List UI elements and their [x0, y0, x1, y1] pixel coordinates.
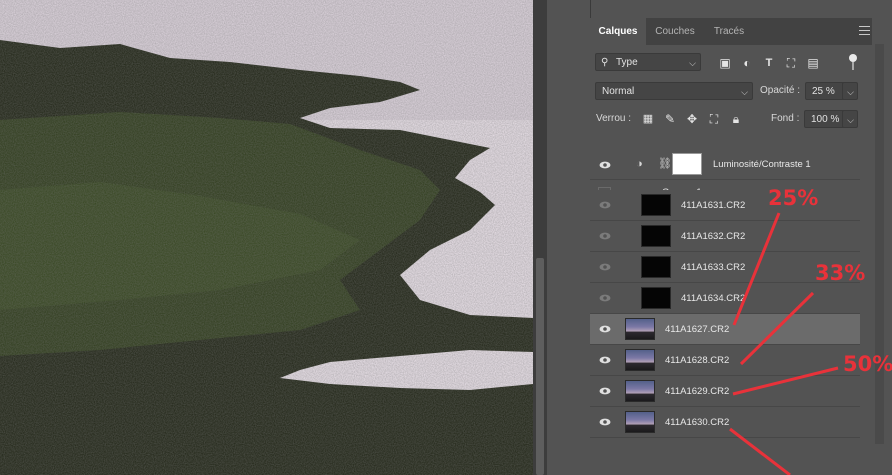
layer-row[interactable]: ◑ ⛓ Luminosité/Contraste 1 [590, 150, 860, 180]
filter-toggle-icon[interactable] [846, 53, 860, 70]
eye-icon[interactable] [599, 292, 611, 304]
lock-all-icon[interactable]: 🔒︎ [729, 112, 743, 126]
opacity-value: 25 % [812, 86, 835, 97]
scrollbar-thumb[interactable] [536, 258, 544, 475]
layer-thumbnail[interactable] [641, 194, 671, 216]
eye-icon[interactable] [599, 385, 611, 397]
panel-tabs: Calques Couches Tracés [590, 18, 872, 45]
layer-thumbnail[interactable] [641, 287, 671, 309]
layer-row[interactable]: 411A1629.CR2 [590, 376, 860, 407]
text-filter-icon[interactable]: T [762, 56, 776, 70]
panel-scrollbar[interactable] [872, 0, 892, 475]
adjustment-icon: ◑ [636, 158, 643, 170]
panel-dock-strip [547, 0, 591, 475]
document-canvas[interactable] [0, 0, 533, 475]
annotation-label-33: 33% [815, 261, 866, 285]
shape-filter-icon[interactable]: ⛶ [784, 56, 798, 70]
layer-thumbnail[interactable] [625, 380, 655, 402]
layer-name: 411A1629.CR2 [665, 386, 730, 397]
eye-icon[interactable] [599, 159, 611, 171]
smart-object-filter-icon[interactable]: ▤ [806, 56, 820, 70]
layer-thumbnail[interactable] [625, 349, 655, 371]
layer-row[interactable]: 411A1627.CR2 [590, 314, 860, 345]
link-icon[interactable]: ⛓ [658, 157, 672, 170]
tab-traces[interactable]: Tracés [704, 18, 754, 45]
filter-row: ⚲ Type ⌵ ▣ ◐ T ⛶ ▤ [590, 53, 872, 73]
layer-row[interactable]: 411A1632.CR2 [590, 221, 860, 252]
lock-transparency-icon[interactable]: ▦ [641, 112, 655, 126]
panel-menu-icon[interactable] [859, 26, 870, 37]
chevron-down-icon: ⌵ [741, 87, 748, 97]
canvas-image [0, 0, 533, 475]
eye-icon[interactable] [599, 354, 611, 366]
layer-name: 411A1630.CR2 [665, 417, 730, 428]
layer-row[interactable]: 411A1634.CR2 [590, 283, 860, 314]
layer-name: 411A1634.CR2 [681, 293, 746, 304]
layer-thumbnail[interactable] [641, 225, 671, 247]
chevron-down-icon: ⌵ [847, 115, 854, 125]
eye-icon[interactable] [599, 323, 611, 335]
layer-name: 411A1627.CR2 [665, 324, 730, 335]
eye-icon[interactable] [599, 199, 611, 211]
fill-label: Fond : [771, 113, 800, 124]
tab-couches[interactable]: Couches [647, 18, 703, 45]
lock-position-icon[interactable]: ✥ [685, 112, 699, 126]
opacity-label: Opacité : [760, 85, 801, 96]
blend-row: Normal ⌵ Opacité : 25 % ⌵ [590, 82, 872, 102]
image-filter-icon[interactable]: ▣ [718, 56, 732, 70]
layer-row[interactable]: 411A1631.CR2 [590, 190, 860, 221]
layer-thumbnail[interactable] [625, 318, 655, 340]
layer-name: 411A1632.CR2 [681, 231, 746, 242]
layer-thumbnail[interactable] [625, 411, 655, 433]
layer-name: 411A1628.CR2 [665, 355, 730, 366]
layer-row[interactable]: 411A1630.CR2 [590, 407, 860, 438]
fill-slider-toggle[interactable]: ⌵ [842, 110, 858, 128]
layer-mask-thumbnail[interactable] [672, 153, 702, 175]
eye-icon[interactable] [599, 416, 611, 428]
chevron-down-icon: ⌵ [847, 87, 854, 97]
lock-paint-icon[interactable]: ✎ [663, 112, 677, 126]
scrollbar-track [875, 44, 884, 444]
adjustment-filter-icon[interactable]: ◐ [740, 56, 754, 70]
fill-value: 100 % [811, 114, 840, 125]
filter-type-label: Type [616, 57, 638, 68]
lock-row: Verrou : ▦ ✎ ✥ ⛶ 🔒︎ Fond : 100 % ⌵ [590, 110, 872, 130]
lock-label: Verrou : [596, 113, 632, 124]
tab-calques[interactable]: Calques [590, 18, 646, 45]
layer-thumbnail[interactable] [641, 256, 671, 278]
eye-icon[interactable] [599, 261, 611, 273]
layer-name: 411A1631.CR2 [681, 200, 746, 211]
search-icon: ⚲ [601, 57, 609, 68]
annotation-label-50: 50% [843, 352, 892, 376]
annotation-label-25: 25% [768, 186, 819, 210]
opacity-slider-toggle[interactable]: ⌵ [842, 82, 858, 100]
chevron-down-icon: ⌵ [689, 58, 696, 68]
layers-panel: Calques Couches Tracés ⚲ Type ⌵ ▣ ◐ T ⛶ … [590, 18, 872, 475]
blend-mode-select[interactable]: Normal ⌵ [595, 82, 753, 100]
layer-name: 411A1633.CR2 [681, 262, 746, 273]
layer-name: Luminosité/Contraste 1 [713, 159, 811, 170]
blend-mode-value: Normal [602, 86, 635, 97]
filter-type-select[interactable]: ⚲ Type ⌵ [595, 53, 701, 71]
lock-artboard-icon[interactable]: ⛶ [707, 112, 721, 126]
layer-row[interactable]: 411A1628.CR2 [590, 345, 860, 376]
canvas-scrollbar[interactable] [533, 0, 547, 475]
eye-icon[interactable] [599, 230, 611, 242]
